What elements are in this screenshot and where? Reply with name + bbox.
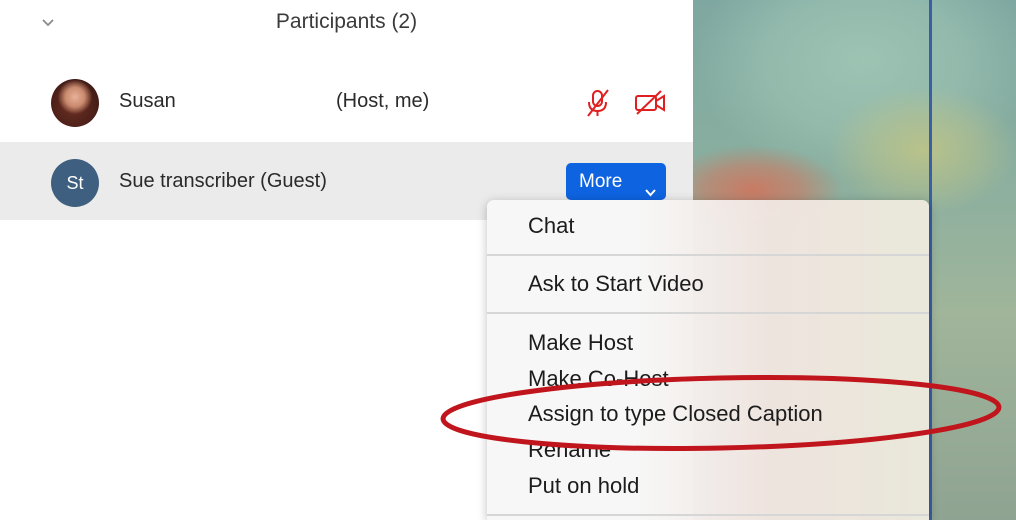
menu-item-make-co-host[interactable]: Make Co-Host [528,366,669,392]
participant-name: Sue transcriber (Guest) [119,170,327,192]
participants-header: Participants (2) [0,0,693,48]
menu-item-ask-to-start-video[interactable]: Ask to Start Video [528,271,704,297]
menu-item-assign-closed-caption[interactable]: Assign to type Closed Caption [528,401,823,427]
more-dropdown-menu: Chat Ask to Start Video Make Host Make C… [487,200,929,520]
chevron-down-icon [644,175,657,197]
video-off-icon[interactable] [633,86,667,120]
muted-microphone-icon[interactable] [581,86,615,120]
menu-divider [487,514,929,516]
participant-role: (Host, me) [336,90,430,112]
menu-divider [487,312,929,314]
more-button[interactable]: More [566,163,666,200]
avatar [51,79,99,127]
menu-translucency [637,200,929,520]
participant-name: Susan [119,90,176,112]
page-title: Participants (2) [275,10,418,33]
participant-row-susan[interactable]: Susan (Host, me) [0,64,693,142]
video-frame-border [929,0,932,520]
menu-item-put-on-hold[interactable]: Put on hold [528,473,639,499]
menu-item-chat[interactable]: Chat [528,213,574,239]
menu-divider [487,254,929,256]
menu-item-make-host[interactable]: Make Host [528,330,633,356]
menu-item-rename[interactable]: Rename [528,437,611,463]
more-button-label: More [579,171,623,192]
avatar: St [51,159,99,207]
